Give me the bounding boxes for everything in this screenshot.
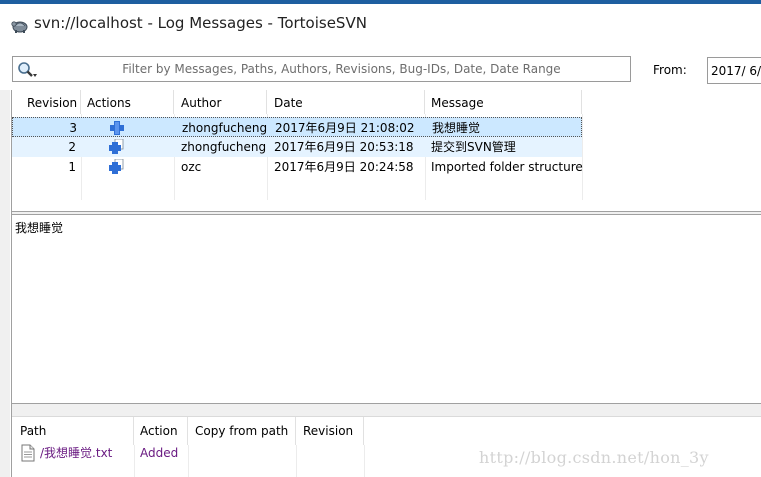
changed-paths-list[interactable]: Path Action Copy from path Revision /我想睡… bbox=[12, 417, 761, 477]
log-list[interactable]: Revision Actions Author Date Message 3 z… bbox=[12, 90, 761, 211]
author-cell: zhongfucheng bbox=[182, 121, 268, 135]
column-revision[interactable]: Revision bbox=[296, 417, 364, 445]
filter-placeholder: Filter by Messages, Paths, Authors, Revi… bbox=[122, 62, 561, 76]
left-edge bbox=[0, 90, 10, 477]
message-pane[interactable]: 我想睡觉 bbox=[12, 215, 761, 403]
from-date-picker[interactable]: 2017/ 6/ bbox=[707, 57, 761, 84]
author-cell: ozc bbox=[181, 160, 202, 174]
column-action[interactable]: Action bbox=[134, 417, 188, 445]
column-date[interactable]: Date bbox=[267, 90, 425, 114]
message-text: 我想睡觉 bbox=[15, 221, 64, 235]
modified-icon bbox=[109, 159, 124, 174]
message-cell: 我想睡觉 bbox=[432, 121, 481, 135]
date-cell: 2017年6月9日 20:53:18 bbox=[274, 140, 414, 154]
log-row[interactable]: 1 ozc 2017年6月9日 20:24:58 Imported folder… bbox=[12, 157, 583, 177]
watermark: http://blog.csdn.net/hon_3y bbox=[479, 448, 709, 467]
path-cell: /我想睡觉.txt bbox=[40, 446, 113, 460]
message-cell: 提交到SVN管理 bbox=[431, 140, 516, 154]
added-icon bbox=[110, 121, 124, 135]
revision-cell: 3 bbox=[69, 121, 77, 135]
action-cell: Added bbox=[140, 446, 179, 460]
column-divider bbox=[364, 445, 365, 477]
path-row[interactable]: /我想睡觉.txt Added bbox=[12, 443, 364, 463]
modified-icon bbox=[109, 139, 124, 154]
message-cell: Imported folder structure bbox=[431, 160, 583, 174]
log-list-header: Revision Actions Author Date Message bbox=[12, 90, 761, 114]
date-cell: 2017年6月9日 20:24:58 bbox=[274, 160, 414, 174]
column-actions[interactable]: Actions bbox=[81, 90, 174, 114]
column-message[interactable]: Message bbox=[425, 90, 582, 114]
tortoisesvn-icon bbox=[11, 21, 28, 33]
text-file-icon bbox=[21, 444, 35, 462]
author-cell: zhongfucheng bbox=[181, 140, 267, 154]
date-cell: 2017年6月9日 21:08:02 bbox=[275, 121, 415, 135]
revision-cell: 1 bbox=[68, 160, 76, 174]
splitter-bottom[interactable] bbox=[12, 403, 761, 417]
log-row[interactable]: 2 zhongfucheng 2017年6月9日 20:53:18 提交到SVN… bbox=[12, 137, 582, 157]
column-revision[interactable]: Revision bbox=[12, 90, 81, 114]
log-row[interactable]: 3 zhongfucheng 2017年6月9日 21:08:02 我想睡觉 bbox=[12, 117, 582, 137]
from-label: From: bbox=[653, 63, 687, 77]
column-author[interactable]: Author bbox=[174, 90, 267, 114]
filter-input[interactable]: Filter by Messages, Paths, Authors, Revi… bbox=[12, 56, 631, 82]
revision-cell: 2 bbox=[68, 140, 76, 154]
column-path[interactable]: Path bbox=[12, 417, 134, 445]
title-bar[interactable]: svn://localhost - Log Messages - Tortois… bbox=[0, 4, 761, 42]
column-copy-from-path[interactable]: Copy from path bbox=[188, 417, 296, 445]
window-title: svn://localhost - Log Messages - Tortois… bbox=[34, 14, 367, 32]
